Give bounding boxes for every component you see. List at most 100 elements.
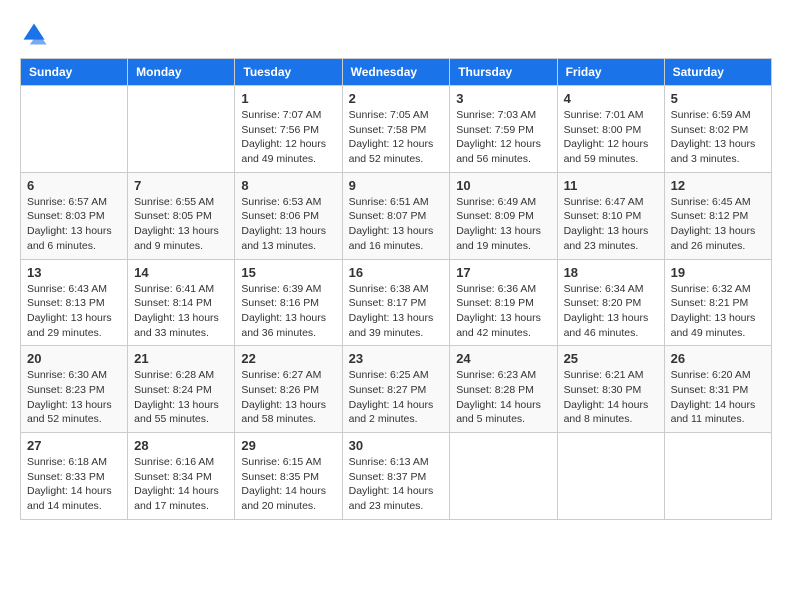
calendar-cell (664, 433, 771, 520)
day-info: Sunrise: 7:05 AM Sunset: 7:58 PM Dayligh… (349, 108, 444, 167)
day-number: 8 (241, 178, 335, 193)
day-number: 1 (241, 91, 335, 106)
calendar-week-row: 1 Sunrise: 7:07 AM Sunset: 7:56 PM Daylig… (21, 86, 772, 173)
day-info: Sunrise: 6:38 AM Sunset: 8:17 PM Dayligh… (349, 282, 444, 341)
day-number: 7 (134, 178, 228, 193)
calendar-week-row: 27 Sunrise: 6:18 AM Sunset: 8:33 PM Dayli… (21, 433, 772, 520)
day-number: 27 (27, 438, 121, 453)
calendar-cell: 13 Sunrise: 6:43 AM Sunset: 8:13 PM Dayli… (21, 259, 128, 346)
day-number: 21 (134, 351, 228, 366)
calendar-cell: 18 Sunrise: 6:34 AM Sunset: 8:20 PM Dayli… (557, 259, 664, 346)
day-info: Sunrise: 6:20 AM Sunset: 8:31 PM Dayligh… (671, 368, 765, 427)
day-info: Sunrise: 6:47 AM Sunset: 8:10 PM Dayligh… (564, 195, 658, 254)
day-info: Sunrise: 6:25 AM Sunset: 8:27 PM Dayligh… (349, 368, 444, 427)
day-number: 15 (241, 265, 335, 280)
calendar-cell: 6 Sunrise: 6:57 AM Sunset: 8:03 PM Daylig… (21, 172, 128, 259)
day-info: Sunrise: 6:27 AM Sunset: 8:26 PM Dayligh… (241, 368, 335, 427)
day-number: 16 (349, 265, 444, 280)
calendar-cell: 4Sunrise: 7:01 AM Sunset: 8:00 PM Daylig… (557, 86, 664, 173)
day-number: 10 (456, 178, 550, 193)
logo-icon (20, 20, 48, 48)
calendar-week-row: 13 Sunrise: 6:43 AM Sunset: 8:13 PM Dayli… (21, 259, 772, 346)
day-number: 5 (671, 91, 765, 106)
calendar-cell: 10 Sunrise: 6:49 AM Sunset: 8:09 PM Dayli… (450, 172, 557, 259)
day-number: 13 (27, 265, 121, 280)
calendar-header-row: SundayMondayTuesdayWednesdayThursdayFrid… (21, 59, 772, 86)
day-number: 4 (564, 91, 658, 106)
calendar-cell: 8 Sunrise: 6:53 AM Sunset: 8:06 PM Daylig… (235, 172, 342, 259)
day-info: Sunrise: 6:23 AM Sunset: 8:28 PM Dayligh… (456, 368, 550, 427)
calendar-body: 1 Sunrise: 7:07 AM Sunset: 7:56 PM Daylig… (21, 86, 772, 520)
day-number: 3 (456, 91, 550, 106)
day-number: 11 (564, 178, 658, 193)
day-number: 29 (241, 438, 335, 453)
calendar-weekday-thursday: Thursday (450, 59, 557, 86)
day-number: 19 (671, 265, 765, 280)
day-info: Sunrise: 6:30 AM Sunset: 8:23 PM Dayligh… (27, 368, 121, 427)
calendar-cell: 12Sunrise: 6:45 AM Sunset: 8:12 PM Dayli… (664, 172, 771, 259)
day-info: Sunrise: 6:45 AM Sunset: 8:12 PM Dayligh… (671, 195, 765, 254)
day-info: Sunrise: 6:34 AM Sunset: 8:20 PM Dayligh… (564, 282, 658, 341)
calendar-weekday-saturday: Saturday (664, 59, 771, 86)
day-info: Sunrise: 6:57 AM Sunset: 8:03 PM Dayligh… (27, 195, 121, 254)
calendar-cell: 16 Sunrise: 6:38 AM Sunset: 8:17 PM Dayli… (342, 259, 450, 346)
calendar-cell: 14 Sunrise: 6:41 AM Sunset: 8:14 PM Dayli… (128, 259, 235, 346)
calendar-cell: 17Sunrise: 6:36 AM Sunset: 8:19 PM Dayli… (450, 259, 557, 346)
calendar-cell: 1 Sunrise: 7:07 AM Sunset: 7:56 PM Daylig… (235, 86, 342, 173)
page-header (20, 20, 772, 48)
day-info: Sunrise: 6:51 AM Sunset: 8:07 PM Dayligh… (349, 195, 444, 254)
day-number: 6 (27, 178, 121, 193)
calendar-cell (21, 86, 128, 173)
calendar-week-row: 6 Sunrise: 6:57 AM Sunset: 8:03 PM Daylig… (21, 172, 772, 259)
day-info: Sunrise: 6:55 AM Sunset: 8:05 PM Dayligh… (134, 195, 228, 254)
calendar-weekday-wednesday: Wednesday (342, 59, 450, 86)
day-number: 14 (134, 265, 228, 280)
calendar-cell (128, 86, 235, 173)
calendar-cell: 26 Sunrise: 6:20 AM Sunset: 8:31 PM Dayli… (664, 346, 771, 433)
day-info: Sunrise: 6:41 AM Sunset: 8:14 PM Dayligh… (134, 282, 228, 341)
day-info: Sunrise: 7:07 AM Sunset: 7:56 PM Dayligh… (241, 108, 335, 167)
calendar-table: SundayMondayTuesdayWednesdayThursdayFrid… (20, 58, 772, 520)
day-info: Sunrise: 6:39 AM Sunset: 8:16 PM Dayligh… (241, 282, 335, 341)
day-info: Sunrise: 6:43 AM Sunset: 8:13 PM Dayligh… (27, 282, 121, 341)
calendar-weekday-friday: Friday (557, 59, 664, 86)
day-number: 26 (671, 351, 765, 366)
calendar-cell: 24 Sunrise: 6:23 AM Sunset: 8:28 PM Dayli… (450, 346, 557, 433)
day-number: 2 (349, 91, 444, 106)
calendar-cell: 19 Sunrise: 6:32 AM Sunset: 8:21 PM Dayli… (664, 259, 771, 346)
calendar-weekday-sunday: Sunday (21, 59, 128, 86)
day-info: Sunrise: 6:32 AM Sunset: 8:21 PM Dayligh… (671, 282, 765, 341)
day-info: Sunrise: 7:03 AM Sunset: 7:59 PM Dayligh… (456, 108, 550, 167)
calendar-cell: 15 Sunrise: 6:39 AM Sunset: 8:16 PM Dayli… (235, 259, 342, 346)
day-number: 9 (349, 178, 444, 193)
calendar-cell: 21Sunrise: 6:28 AM Sunset: 8:24 PM Dayli… (128, 346, 235, 433)
day-info: Sunrise: 6:15 AM Sunset: 8:35 PM Dayligh… (241, 455, 335, 514)
day-number: 23 (349, 351, 444, 366)
day-info: Sunrise: 6:18 AM Sunset: 8:33 PM Dayligh… (27, 455, 121, 514)
calendar-cell: 7 Sunrise: 6:55 AM Sunset: 8:05 PM Daylig… (128, 172, 235, 259)
day-info: Sunrise: 6:21 AM Sunset: 8:30 PM Dayligh… (564, 368, 658, 427)
day-number: 18 (564, 265, 658, 280)
calendar-cell: 29 Sunrise: 6:15 AM Sunset: 8:35 PM Dayli… (235, 433, 342, 520)
day-number: 17 (456, 265, 550, 280)
day-info: Sunrise: 6:13 AM Sunset: 8:37 PM Dayligh… (349, 455, 444, 514)
calendar-cell (557, 433, 664, 520)
calendar-cell: 30 Sunrise: 6:13 AM Sunset: 8:37 PM Dayli… (342, 433, 450, 520)
calendar-cell: 20Sunrise: 6:30 AM Sunset: 8:23 PM Dayli… (21, 346, 128, 433)
calendar-cell: 27 Sunrise: 6:18 AM Sunset: 8:33 PM Dayli… (21, 433, 128, 520)
calendar-cell: 5Sunrise: 6:59 AM Sunset: 8:02 PM Daylig… (664, 86, 771, 173)
day-number: 30 (349, 438, 444, 453)
calendar-cell: 25Sunrise: 6:21 AM Sunset: 8:30 PM Dayli… (557, 346, 664, 433)
day-number: 24 (456, 351, 550, 366)
calendar-cell (450, 433, 557, 520)
calendar-cell: 23 Sunrise: 6:25 AM Sunset: 8:27 PM Dayli… (342, 346, 450, 433)
day-info: Sunrise: 6:16 AM Sunset: 8:34 PM Dayligh… (134, 455, 228, 514)
calendar-cell: 22Sunrise: 6:27 AM Sunset: 8:26 PM Dayli… (235, 346, 342, 433)
calendar-cell: 2 Sunrise: 7:05 AM Sunset: 7:58 PM Daylig… (342, 86, 450, 173)
calendar-weekday-tuesday: Tuesday (235, 59, 342, 86)
day-info: Sunrise: 6:49 AM Sunset: 8:09 PM Dayligh… (456, 195, 550, 254)
day-info: Sunrise: 6:53 AM Sunset: 8:06 PM Dayligh… (241, 195, 335, 254)
calendar-week-row: 20Sunrise: 6:30 AM Sunset: 8:23 PM Dayli… (21, 346, 772, 433)
logo (20, 20, 52, 48)
calendar-cell: 3 Sunrise: 7:03 AM Sunset: 7:59 PM Daylig… (450, 86, 557, 173)
